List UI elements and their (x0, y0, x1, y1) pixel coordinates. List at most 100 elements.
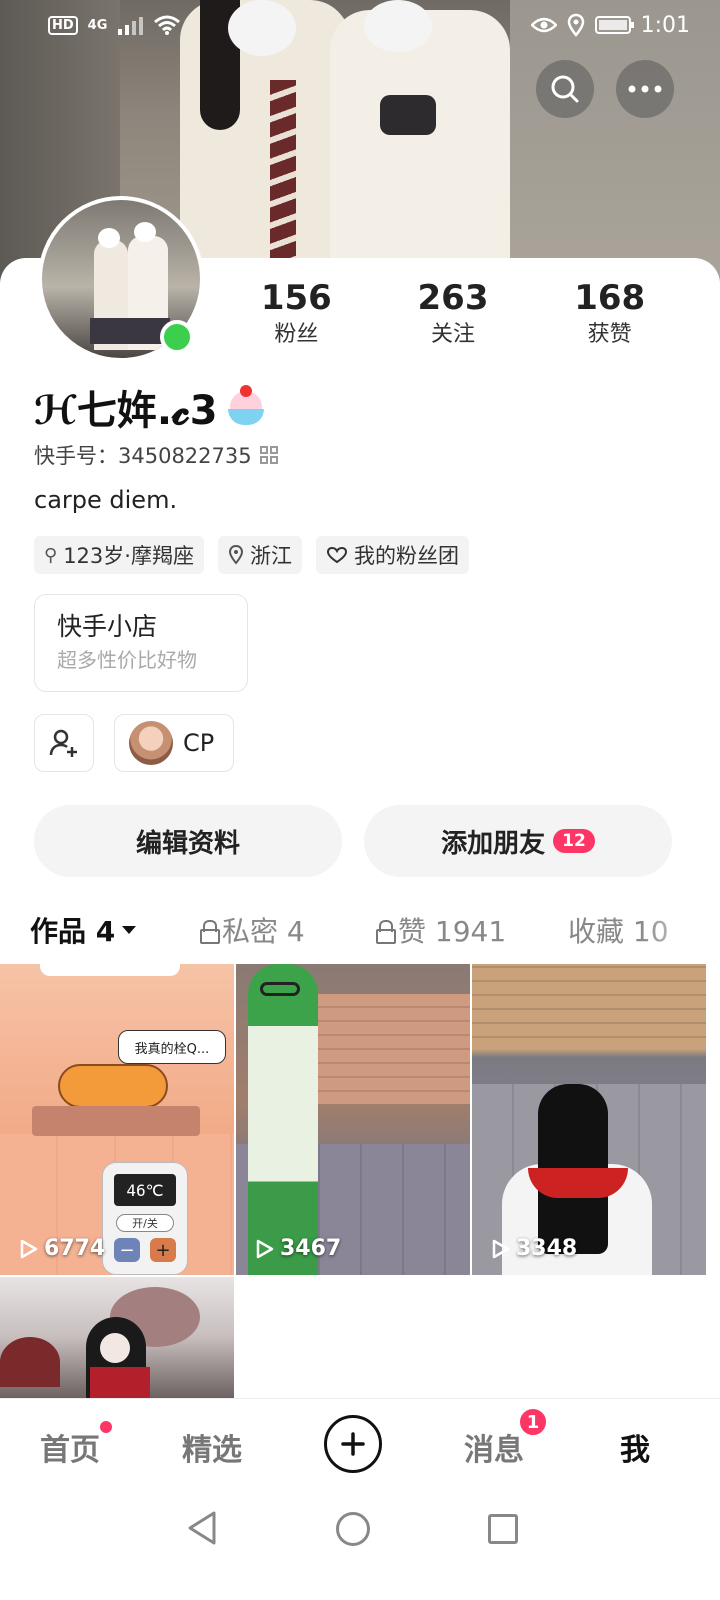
play-icon (256, 1239, 274, 1258)
status-time: 1:01 (640, 12, 690, 38)
tile-bed (32, 1106, 200, 1136)
tag-location[interactable]: 浙江 (217, 536, 302, 574)
tab-likes[interactable]: 赞 1941 (376, 910, 506, 950)
stat-value: 263 (417, 278, 489, 318)
shaved-ice-emoji-icon (224, 385, 268, 429)
work-tile[interactable]: 我真的栓Q... 46℃ 开/关 − + 6774 (0, 964, 234, 1275)
stat-following[interactable]: 263 关注 (375, 276, 532, 350)
play-count: 3467 (256, 1236, 341, 1261)
home-icon[interactable] (336, 1512, 370, 1546)
add-user-button[interactable] (34, 714, 94, 772)
cover-person-right (330, 10, 510, 290)
lock-icon (200, 920, 220, 944)
tab-private[interactable]: 私密 4 (200, 910, 305, 950)
signal-icon (118, 17, 144, 35)
tile-face (100, 1333, 130, 1363)
work-tile[interactable]: 3348 (472, 964, 706, 1275)
tag-label: 浙江 (249, 544, 292, 568)
profile-stats: 156 粉丝 263 关注 168 获赞 (218, 276, 688, 350)
nav-home[interactable]: 首页 (40, 1425, 100, 1469)
work-tile[interactable]: 3467 (236, 964, 470, 1275)
recent-apps-icon[interactable] (488, 1514, 518, 1544)
cp-button[interactable]: CP (114, 714, 234, 772)
tab-label: 私密 4 (222, 915, 305, 948)
cp-label: CP (183, 729, 215, 757)
remote-minus-button: − (114, 1238, 140, 1262)
tile-collar (528, 1168, 628, 1198)
lock-icon (376, 920, 396, 944)
pig-character (58, 1064, 168, 1108)
play-count-value: 3467 (280, 1236, 342, 1261)
tile-glasses (260, 982, 300, 996)
qr-code-icon[interactable] (259, 446, 278, 464)
play-count-value: 3348 (516, 1236, 578, 1261)
tile-air-conditioner (40, 964, 180, 976)
nickname-text: ℋ七姩.𝓬3 (34, 388, 218, 434)
location-icon (228, 545, 243, 565)
more-button[interactable] (616, 60, 674, 118)
add-friends-badge: 12 (553, 829, 595, 853)
cover-tie (270, 80, 296, 280)
stat-value: 168 (574, 278, 646, 318)
profile-tags: ⚲ 123岁·摩羯座 浙江 我的粉丝团 (34, 536, 469, 574)
work-tile[interactable] (0, 1277, 234, 1398)
bottom-nav: 首页 精选 消息 1 我 (0, 1398, 720, 1490)
messages-badge: 1 (518, 1407, 548, 1437)
nickname: ℋ七姩.𝓬3 (34, 378, 268, 436)
kuaishou-id-label: 快手号：3450822735 (34, 444, 252, 468)
add-user-icon (49, 729, 77, 757)
cover-bow (380, 95, 436, 135)
avatar-face-blur (134, 222, 156, 242)
remote-screen: 46℃ (114, 1174, 176, 1206)
shop-subtitle: 超多性价比好物 (57, 648, 197, 672)
tabs-fade (640, 904, 720, 956)
edit-profile-button[interactable]: 编辑资料 (34, 805, 342, 877)
stat-likes[interactable]: 168 获赞 (531, 276, 688, 350)
tag-fan-club[interactable]: 我的粉丝团 (315, 536, 469, 574)
stat-label: 关注 (431, 322, 476, 347)
chevron-down-icon (122, 926, 137, 934)
kuaishou-id[interactable]: 快手号：3450822735 (34, 440, 278, 470)
nav-featured[interactable]: 精选 (182, 1425, 242, 1469)
battery-icon (594, 16, 634, 34)
tile-fan (0, 1337, 60, 1387)
cp-avatar (129, 721, 173, 765)
play-count-value: 6774 (44, 1236, 106, 1261)
location-status-icon (567, 13, 584, 37)
speech-bubble: 我真的栓Q... (118, 1030, 226, 1064)
gender-icon: ⚲ (44, 544, 58, 566)
stat-followers[interactable]: 156 粉丝 (218, 276, 375, 350)
remote-onoff-button: 开/关 (116, 1214, 174, 1232)
nav-home-dot (100, 1421, 112, 1433)
play-count: 3348 (492, 1236, 577, 1261)
tile-brick-wall (472, 964, 706, 1050)
play-icon (492, 1239, 510, 1258)
tile-shirt (90, 1367, 150, 1398)
tag-label: 123岁·摩羯座 (63, 544, 194, 568)
status-right: 1:01 (530, 12, 690, 38)
kuaishou-shop-card[interactable]: 快手小店 超多性价比好物 (34, 594, 248, 692)
create-post-button[interactable] (324, 1415, 382, 1473)
hd-badge: HD (48, 15, 78, 35)
tag-age-zodiac[interactable]: ⚲ 123岁·摩羯座 (34, 536, 204, 574)
stat-label: 粉丝 (274, 322, 319, 347)
status-left: HD 4G (48, 14, 181, 36)
stat-label: 获赞 (587, 322, 632, 347)
tile-character (248, 964, 318, 1275)
search-button[interactable] (536, 60, 594, 118)
online-status-dot (160, 320, 194, 354)
eye-icon (530, 17, 557, 33)
back-icon[interactable] (186, 1510, 218, 1546)
add-friends-button[interactable]: 添加朋友 12 (364, 805, 672, 877)
play-count: 6774 (20, 1236, 105, 1261)
tab-works[interactable]: 作品 4 (30, 910, 137, 950)
system-nav-bar (0, 1490, 720, 1600)
nav-messages[interactable]: 消息 (464, 1425, 524, 1469)
avatar-skirt (90, 318, 170, 344)
bio-text: carpe diem. (34, 486, 178, 514)
nav-me[interactable]: 我 (620, 1425, 650, 1469)
stat-value: 156 (260, 278, 332, 318)
tab-label: 赞 1941 (398, 915, 507, 948)
heart-icon (326, 546, 347, 564)
avatar-face-blur (98, 228, 120, 248)
